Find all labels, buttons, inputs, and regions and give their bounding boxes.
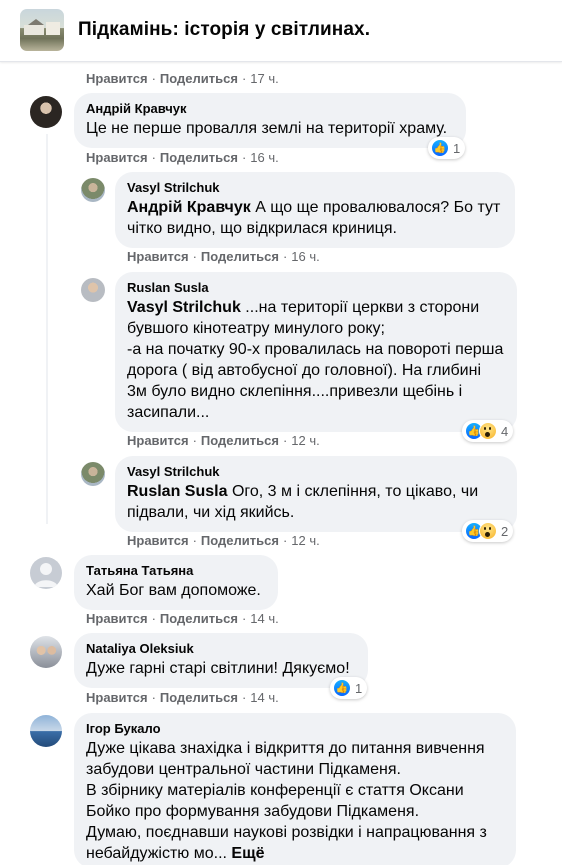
comment-text: Хай Бог вам допоможе. <box>86 582 261 599</box>
comment-author[interactable]: Nataliya Oleksiuk <box>86 641 356 657</box>
timestamp[interactable]: 16 ч. <box>250 150 278 165</box>
avatar[interactable] <box>81 178 105 202</box>
avatar[interactable] <box>81 278 105 302</box>
avatar[interactable] <box>30 715 62 747</box>
like-button[interactable]: Нравится <box>86 150 148 165</box>
comment-bubble: Татьяна Татьяна Хай Бог вам допоможе. <box>74 555 278 610</box>
avatar[interactable] <box>30 96 62 128</box>
like-button[interactable]: Нравится <box>127 249 189 264</box>
share-button[interactable]: Поделиться <box>201 533 279 548</box>
comment-bubble: Андрій Кравчук Це не перше провалля земл… <box>74 93 466 148</box>
comment-author[interactable]: Vasyl Strilchuk <box>127 180 503 196</box>
comment-bubble: Vasyl Strilchuk Андрій Кравчук А що ще п… <box>115 172 515 248</box>
group-thumbnail[interactable] <box>20 9 64 51</box>
like-button[interactable]: Нравится <box>86 71 148 86</box>
reactions-badge[interactable]: 👍 1 <box>330 677 368 699</box>
avatar[interactable] <box>81 462 105 486</box>
comment-text: Дуже цікава знахідка і відкриття до пита… <box>86 740 487 862</box>
timestamp[interactable]: 14 ч. <box>250 611 278 626</box>
share-button[interactable]: Поделиться <box>201 249 279 264</box>
reaction-count: 2 <box>501 523 509 539</box>
like-button[interactable]: Нравится <box>86 611 148 626</box>
timestamp[interactable]: 12 ч. <box>291 433 319 448</box>
comment-actions: Нравится · Поделиться · 17 ч. <box>86 71 279 86</box>
comment-author[interactable]: Татьяна Татьяна <box>86 563 266 579</box>
comment-actions: Нравится · Поделиться · 16 ч. <box>86 150 279 165</box>
avatar[interactable] <box>30 557 62 589</box>
comment-actions: Нравится · Поделиться · 12 ч. <box>127 533 320 548</box>
comment-bubble: Nataliya Oleksiuk Дуже гарні старі світл… <box>74 633 368 688</box>
timestamp[interactable]: 16 ч. <box>291 249 319 264</box>
reaction-count: 1 <box>355 680 363 696</box>
comment-text: ...на території церкви з сторони бувшого… <box>127 299 504 421</box>
timestamp[interactable]: 12 ч. <box>291 533 319 548</box>
wow-icon <box>479 522 497 540</box>
like-button[interactable]: Нравится <box>127 533 189 548</box>
mention-link[interactable]: Ruslan Susla <box>127 483 227 500</box>
comment-actions: Нравится · Поделиться · 16 ч. <box>127 249 320 264</box>
like-button[interactable]: Нравится <box>86 690 148 705</box>
share-button[interactable]: Поделиться <box>201 433 279 448</box>
comment-author[interactable]: Ruslan Susla <box>127 280 505 296</box>
comment-author[interactable]: Vasyl Strilchuk <box>127 464 505 480</box>
share-button[interactable]: Поделиться <box>160 71 238 86</box>
like-icon: 👍 <box>431 139 449 157</box>
timestamp[interactable]: 14 ч. <box>250 690 278 705</box>
group-title[interactable]: Підкамінь: історія у світлинах. <box>78 19 370 41</box>
group-header: Підкамінь: історія у світлинах. <box>0 0 562 62</box>
comment-text: Дуже гарні старі світлини! Дякуємо! <box>86 660 350 677</box>
like-button[interactable]: Нравится <box>127 433 189 448</box>
reactions-badge[interactable]: 👍 4 <box>462 420 514 442</box>
reactions-badge[interactable]: 👍 1 <box>428 137 466 159</box>
see-more-link[interactable]: Ещё <box>231 845 264 862</box>
comment-author[interactable]: Ігор Букало <box>86 721 504 737</box>
comment-bubble: Ігор Букало Дуже цікава знахідка і відкр… <box>74 713 516 865</box>
wow-icon <box>479 422 497 440</box>
comment-actions: Нравится · Поделиться · 12 ч. <box>127 433 320 448</box>
comment-actions: Нравится · Поделиться · 14 ч. <box>86 690 279 705</box>
comment-author[interactable]: Андрій Кравчук <box>86 101 454 117</box>
reactions-badge[interactable]: 👍 2 <box>462 520 514 542</box>
comment-bubble: Vasyl Strilchuk Ruslan Susla Ого, 3 м і … <box>115 456 517 532</box>
share-button[interactable]: Поделиться <box>160 611 238 626</box>
share-button[interactable]: Поделиться <box>160 690 238 705</box>
comment-actions: Нравится · Поделиться · 14 ч. <box>86 611 279 626</box>
comment-text: Це не перше провалля землі на території … <box>86 120 448 137</box>
reaction-count: 4 <box>501 423 509 439</box>
share-button[interactable]: Поделиться <box>160 150 238 165</box>
reaction-count: 1 <box>453 140 461 156</box>
default-avatar-icon <box>34 563 58 587</box>
thread-line <box>46 134 48 524</box>
avatar[interactable] <box>30 636 62 668</box>
mention-link[interactable]: Андрій Кравчук <box>127 199 251 216</box>
like-icon: 👍 <box>333 679 351 697</box>
mention-link[interactable]: Vasyl Strilchuk <box>127 299 241 316</box>
comment-bubble: Ruslan Susla Vasyl Strilchuk ...на терит… <box>115 272 517 432</box>
timestamp[interactable]: 17 ч. <box>250 71 278 86</box>
